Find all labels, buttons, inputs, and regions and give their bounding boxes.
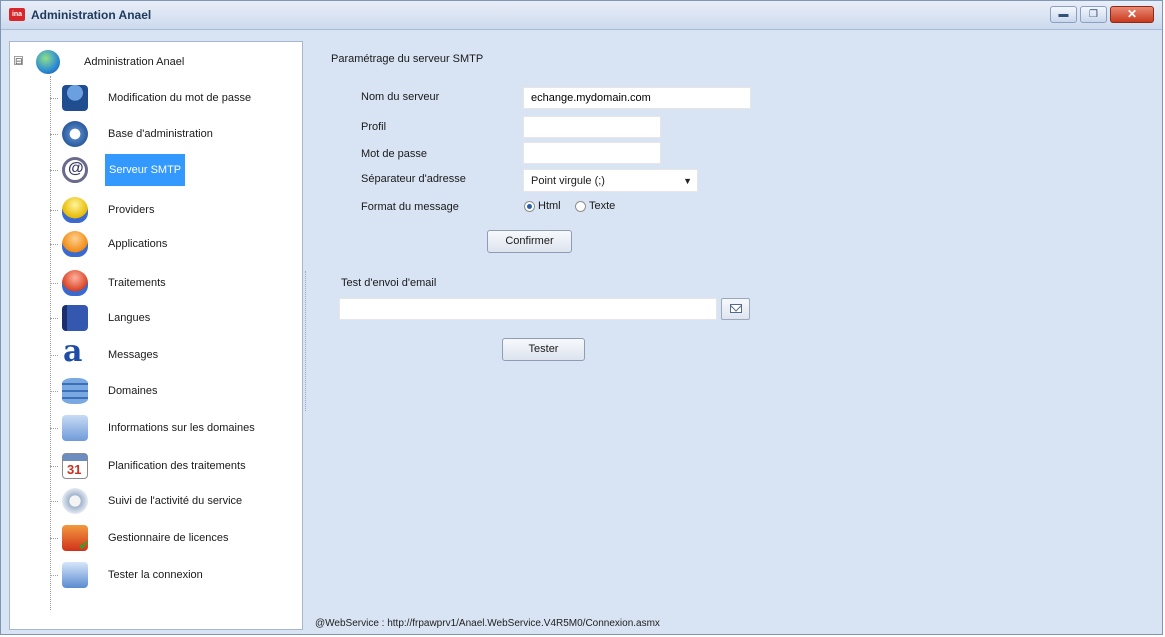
tree-item-label: Providers (108, 204, 155, 216)
tree-item-label: Tester la connexion (108, 569, 203, 581)
tree-item-label: Langues (108, 312, 151, 324)
tree-item-domaines[interactable]: Domaines (50, 376, 294, 406)
tree-item-admin-base[interactable]: Base d'administration (50, 119, 294, 149)
tree-item-label: Suivi de l'activité du service (108, 495, 243, 507)
close-icon: ✕ (1126, 7, 1138, 21)
computers-icon (62, 415, 88, 441)
tree-item-label: Traitements (108, 277, 166, 289)
tree-item-applications[interactable]: Applications (50, 229, 294, 259)
network-computers-icon (62, 562, 88, 588)
tree-connector (50, 98, 58, 99)
tree-connector (50, 283, 58, 284)
envelope-icon (730, 304, 742, 313)
profile-label: Profil (361, 121, 387, 133)
book-icon (62, 305, 88, 331)
main-window: ina Administration Anael ▬ ❐ ✕ ⊟ Adminis… (0, 0, 1163, 635)
tree-item-label: Domaines (108, 385, 158, 397)
tree-item-label: Informations sur les domaines (108, 422, 255, 434)
gear-database-icon (62, 121, 88, 147)
tree-item-password[interactable]: Modification du mot de passe (50, 83, 294, 113)
tree-item-traitements[interactable]: Traitements (50, 268, 294, 298)
collapse-icon[interactable]: ⊟ (14, 56, 23, 66)
maximize-icon: ❐ (1089, 9, 1098, 20)
separator-value: Point virgule (;) (531, 175, 605, 187)
radio-checked-icon (524, 200, 535, 212)
bulb-red-icon (62, 270, 88, 296)
tree-item-label: Gestionnaire de licences (108, 532, 229, 544)
server-name-input[interactable] (523, 87, 751, 109)
tree-connector (50, 244, 58, 245)
password-input[interactable] (523, 142, 661, 164)
separator-label: Séparateur d'adresse (361, 173, 466, 185)
close-button[interactable]: ✕ (1110, 6, 1154, 23)
navigation-tree[interactable]: ⊟ Administration Anael Modification du m… (9, 41, 303, 630)
tree-item-licences[interactable]: Gestionnaire de licences (50, 523, 294, 554)
maximize-button[interactable]: ❐ (1080, 6, 1107, 23)
title-bar[interactable]: ina Administration Anael ▬ ❐ ✕ (1, 1, 1162, 30)
chevron-down-icon: ▼ (683, 176, 692, 186)
radio-unchecked-icon (575, 200, 586, 212)
window-title: Administration Anael (31, 8, 152, 22)
tree-item-langues[interactable]: Langues (50, 303, 294, 333)
tree-connector (50, 466, 58, 467)
tree-item-label: Serveur SMTP (105, 154, 186, 186)
service-gear-icon (62, 488, 88, 514)
calendar-icon (62, 453, 88, 479)
tree-item-label: Messages (108, 349, 159, 361)
tree-connector-line (50, 76, 51, 610)
tree-item-label: Applications (108, 238, 168, 250)
app-logo-icon: ina (9, 8, 25, 21)
format-label: Format du message (361, 201, 459, 213)
tree-connector (50, 170, 58, 171)
tree-connector (50, 575, 58, 576)
letter-a-icon (62, 334, 88, 369)
tree-connector (50, 538, 58, 539)
tree-item-smtp-server[interactable]: Serveur SMTP (50, 154, 294, 186)
tree-root-label[interactable]: Administration Anael (84, 56, 184, 68)
test-section-title: Test d'envoi d'email (341, 277, 437, 289)
tree-connector (50, 391, 58, 392)
test-email-input[interactable] (339, 298, 717, 320)
bulb-yellow-icon (62, 197, 88, 223)
smtp-section-title: Paramétrage du serveur SMTP (331, 53, 484, 65)
minimize-icon: ▬ (1058, 9, 1069, 20)
confirm-button[interactable]: Confirmer (487, 230, 572, 253)
address-book-button[interactable] (721, 298, 750, 320)
tree-item-label: Planification des traitements (108, 460, 246, 472)
tree-item-messages[interactable]: Messages (50, 334, 294, 370)
tree-connector (50, 355, 58, 356)
tree-connector (50, 134, 58, 135)
profile-input[interactable] (523, 116, 661, 138)
separator-select[interactable]: Point virgule (;) ▼ (523, 169, 698, 192)
tree-item-label: Base d'administration (108, 128, 213, 140)
tree-item-providers[interactable]: Providers (50, 195, 294, 225)
minimize-button[interactable]: ▬ (1050, 6, 1077, 23)
webservice-status: @WebService : http://frpawprv1/Anael.Web… (315, 618, 660, 629)
format-html-label: Html (538, 200, 561, 212)
tree-connector (50, 318, 58, 319)
panel-splitter[interactable] (305, 271, 309, 411)
format-html-radio[interactable]: Html (524, 200, 561, 212)
globe-network-icon (36, 50, 60, 74)
database-icon (62, 378, 88, 404)
license-check-icon (62, 525, 90, 554)
server-name-label: Nom du serveur (361, 91, 440, 103)
tree-connector (50, 501, 58, 502)
tree-item-test-connection[interactable]: Tester la connexion (50, 560, 294, 590)
tree-connector (50, 428, 58, 429)
at-sign-icon (62, 157, 88, 183)
tree-connector (50, 210, 58, 211)
test-button[interactable]: Tester (502, 338, 585, 361)
tree-item-planification[interactable]: Planification des traitements (50, 451, 294, 481)
tree-item-activity[interactable]: Suivi de l'activité du service (50, 486, 294, 516)
tree-item-label: Modification du mot de passe (108, 92, 252, 104)
format-text-label: Texte (589, 200, 616, 212)
smtp-settings-panel: Paramétrage du serveur SMTP Nom du serve… (311, 41, 1157, 631)
bulb-orange-icon (62, 231, 88, 257)
tree-item-domain-info[interactable]: Informations sur les domaines (50, 413, 294, 443)
user-key-icon (62, 85, 88, 111)
password-label: Mot de passe (361, 148, 428, 160)
format-text-radio[interactable]: Texte (575, 200, 615, 212)
